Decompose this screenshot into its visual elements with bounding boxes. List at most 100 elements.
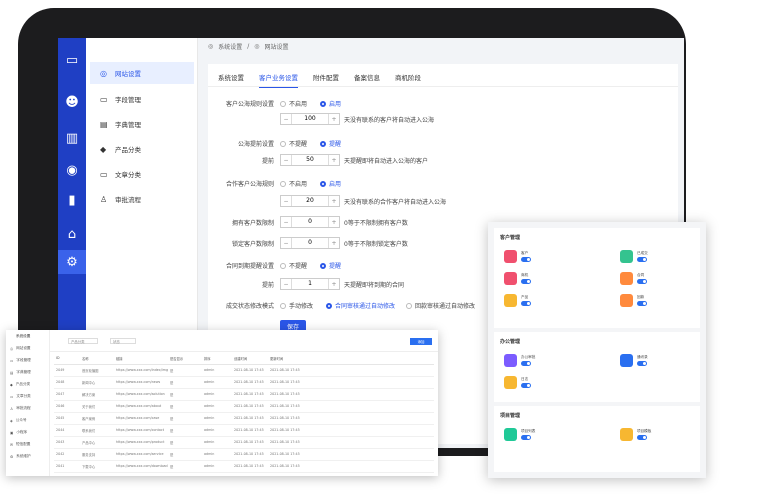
contract-hint: 天提醒即将到期的合同 <box>344 282 405 289</box>
perm-toggle[interactable] <box>521 301 531 306</box>
coop-rule-row: 合作客户公海规则 不启用 启用 <box>208 178 678 188</box>
table-row[interactable]: 2048 新闻中心 https://www.xxx.com/news 是 admin 20… <box>54 378 434 389</box>
lock-limit-stepper[interactable]: −0 + <box>280 237 340 249</box>
table-cell: 是 <box>170 453 174 457</box>
table-cell: 2049 <box>56 368 65 372</box>
contract-off-radio[interactable]: 不提醒 <box>280 261 307 270</box>
perm-item: 项目列表 <box>504 428 584 448</box>
sidebar-item-label: 字段管理 <box>115 96 141 104</box>
status-payment-radio[interactable]: 回款审核通过自动修改 <box>406 301 475 310</box>
table-cell: 是 <box>170 369 174 373</box>
contract-days-value[interactable]: 1 <box>291 279 329 289</box>
table-cell: 是 <box>170 405 174 409</box>
table-cell: 2021-08-10 17:45 <box>234 452 264 456</box>
perm-toggle[interactable] <box>637 279 647 284</box>
lock-limit-value[interactable]: 0 <box>291 238 329 248</box>
tw-add-button[interactable]: 添加 <box>410 338 432 345</box>
own-limit-value[interactable]: 0 <box>291 217 329 227</box>
pool-rule-label: 客户公海规则设置 <box>225 100 274 108</box>
table-row[interactable]: 2042 服务支持 https://www.xxx.com/service 是 admi… <box>54 450 434 461</box>
coop-off-radio[interactable]: 不启用 <box>280 179 307 188</box>
perm-toggle[interactable] <box>521 257 531 262</box>
own-limit-hint: 0等于不限制拥有客户数 <box>344 220 408 227</box>
bar-chart-icon[interactable]: ▮ <box>62 190 82 210</box>
remind-off-radio[interactable]: 不提醒 <box>280 139 307 148</box>
tw-menu-item[interactable]: ▤ 字典管理 <box>10 370 31 375</box>
table-row[interactable]: 2049 首页轮播图 https://www.xxx.com/index/img 是 a… <box>54 366 434 377</box>
status-contract-radio[interactable]: 合同审核通过自动修改 <box>326 301 395 310</box>
pool-days-hint: 天没有联系的客户将自动进入公海 <box>344 117 435 124</box>
gear-icon[interactable]: ⚙ <box>58 250 86 274</box>
monitor-icon[interactable]: ▭ <box>62 50 82 70</box>
sidebar-item-product-category[interactable]: ◆ 产品分类 <box>90 138 194 160</box>
pool-days-value[interactable]: 100 <box>291 114 329 124</box>
perm-item: 产品 <box>504 294 584 314</box>
pool-days-stepper[interactable]: −100 + <box>280 113 340 125</box>
users-icon[interactable]: ☻ <box>62 92 82 112</box>
perm-toggle[interactable] <box>637 257 647 262</box>
table-row[interactable]: 2043 产品中心 https://www.xxx.com/product 是 admi… <box>54 438 434 449</box>
table-cell: 解决方案 <box>82 393 96 397</box>
perm-item-label: 商机 <box>521 273 529 277</box>
tw-menu-item[interactable]: ▭ 字段管理 <box>10 358 31 363</box>
module-icon <box>620 294 633 307</box>
sidebar-item-approval[interactable]: ♙ 审批流程 <box>90 188 194 210</box>
perm-toggle[interactable] <box>521 361 531 366</box>
perm-item-label: 产品 <box>521 295 529 299</box>
circle-icon[interactable]: ◉ <box>62 160 82 180</box>
tw-menu-item[interactable]: ◈ 公众号 <box>10 418 27 423</box>
tw-menu-item[interactable]: ✉ 短信配置 <box>10 442 30 447</box>
perm-toggle[interactable] <box>521 383 531 388</box>
table-cell: 2021-08-10 17:45 <box>234 392 264 396</box>
perm-toggle[interactable] <box>637 435 647 440</box>
table-cell: admin <box>204 404 215 408</box>
lock-icon[interactable]: ⌂ <box>62 224 82 244</box>
perm-toggle[interactable] <box>521 279 531 284</box>
sidebar-item-dictionary[interactable]: ▤ 字典管理 <box>90 113 194 135</box>
table-cell: 2021-08-10 17:45 <box>270 440 300 444</box>
perm-item: 通讯录 <box>620 354 700 374</box>
tw-filter-category[interactable]: 产品分类 <box>68 338 98 344</box>
coop-days-value[interactable]: 20 <box>291 196 329 206</box>
table-row[interactable]: 2047 解决方案 https://www.xxx.com/solution 是 adm… <box>54 390 434 401</box>
table-row[interactable]: 2044 联系我们 https://www.xxx.com/contact 是 admi… <box>54 426 434 437</box>
tw-filter-status[interactable]: 状态 <box>110 338 136 344</box>
advance-days-value[interactable]: 50 <box>291 155 329 165</box>
tw-menu-item[interactable]: ⚙ 系统维护 <box>10 454 31 459</box>
building-icon[interactable]: ▥ <box>62 128 82 148</box>
sidebar-item-fields[interactable]: ▭ 字段管理 <box>90 88 194 110</box>
pool-rule-off-radio[interactable]: 不启用 <box>280 99 307 108</box>
pool-rule-on-radio[interactable]: 启用 <box>320 99 341 108</box>
own-limit-stepper[interactable]: −0 + <box>280 216 340 228</box>
table-cell: admin <box>204 452 215 456</box>
table-row[interactable]: 2046 关于我们 https://www.xxx.com/about 是 admin 2… <box>54 402 434 413</box>
perm-toggle[interactable] <box>637 301 647 306</box>
perm-toggle[interactable] <box>521 435 531 440</box>
sidebar-item-article-category[interactable]: ▭ 文章分类 <box>90 163 194 185</box>
tw-menu-item[interactable]: ♙ 审批流程 <box>10 406 31 411</box>
advance-days-stepper[interactable]: −50 + <box>280 154 340 166</box>
contract-on-radio[interactable]: 提醒 <box>320 261 341 270</box>
module-icon <box>620 354 633 367</box>
contract-days-stepper[interactable]: −1 + <box>280 278 340 290</box>
table-row[interactable]: 2045 客户案例 https://www.xxx.com/case 是 admin 20… <box>54 414 434 425</box>
sidebar-item-website[interactable]: ◎ 网站设置 <box>90 62 194 84</box>
lock-limit-hint: 0等于不限制锁定客户数 <box>344 241 408 248</box>
table-cell: 联系我们 <box>82 429 96 433</box>
status-manual-radio[interactable]: 手动修改 <box>280 301 313 310</box>
perm-item-label: 项目列表 <box>521 429 536 433</box>
breadcrumb-root[interactable]: 系统设置 <box>218 42 242 51</box>
tw-menu-item[interactable]: ◆ 产品分类 <box>10 382 30 387</box>
perm-section-project: 项目管理 项目列表 项目模板 <box>494 406 700 472</box>
perm-section-title: 项目管理 <box>500 413 521 419</box>
coop-days-stepper[interactable]: −20 + <box>280 195 340 207</box>
coop-on-radio[interactable]: 启用 <box>320 179 341 188</box>
perm-toggle[interactable] <box>637 361 647 366</box>
tw-menu-item[interactable]: ▣ 小程序 <box>10 430 27 435</box>
tw-menu-item[interactable]: ▭ 文章分类 <box>10 394 31 399</box>
remind-on-radio[interactable]: 提醒 <box>320 139 341 148</box>
table-row[interactable]: 2041 下载中心 https://www.xxx.com/download 是 adm… <box>54 462 434 473</box>
table-cell: 2021-08-10 17:45 <box>234 368 264 372</box>
module-icon <box>620 250 633 263</box>
tw-menu-item[interactable]: ◎ 网站设置 <box>10 346 31 351</box>
